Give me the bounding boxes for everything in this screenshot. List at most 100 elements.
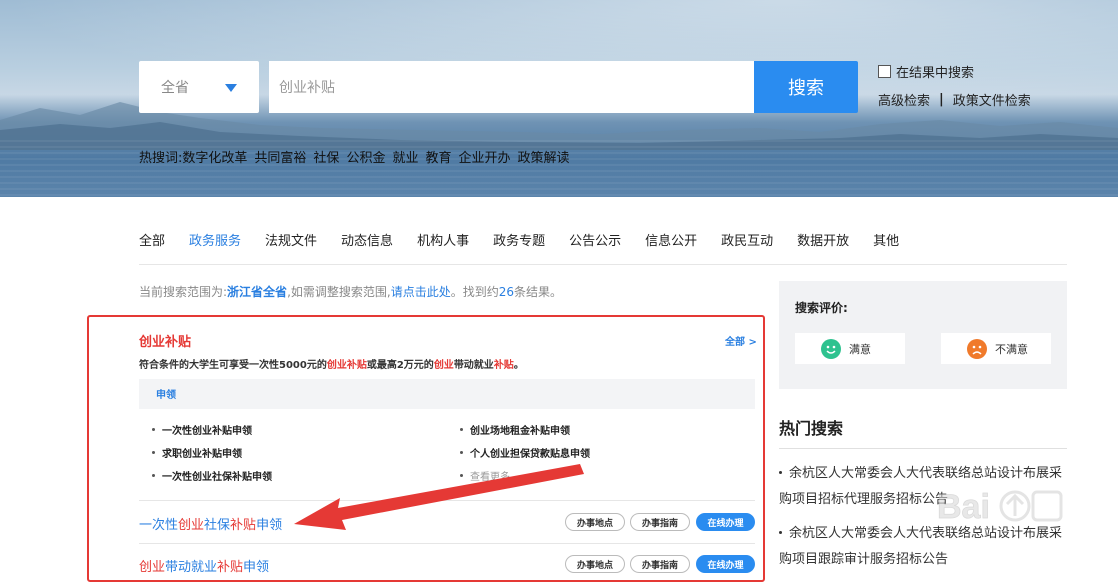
watermark-logo-icon: Bai	[937, 488, 1063, 526]
service-guide-button[interactable]: 办事指南	[630, 513, 690, 531]
hot-search-item-line: 购项目招标代理服务招标公告	[779, 492, 949, 507]
desc-text: 符合条件的大学生可享受一次性5000元的	[139, 360, 327, 371]
scope-middle: ,如需调整搜索范围,	[287, 285, 391, 299]
search-in-result-label: 在结果中搜索	[896, 66, 975, 81]
list-item-label: 创业场地租金补贴申领	[470, 426, 570, 437]
service-title-part: 申领	[256, 518, 283, 533]
card-all-link[interactable]: 全部 >	[725, 333, 757, 348]
hot-words: 热搜词: 数字化改革 共同富裕 社保 公积金 就业 教育 企业开办 政策解读	[139, 147, 577, 166]
tab-open-data[interactable]: 数据开放	[797, 230, 849, 250]
card-title[interactable]: 创业补贴	[139, 331, 191, 350]
hot-word[interactable]: 公积金	[346, 147, 385, 166]
row-divider	[139, 543, 755, 544]
bullet-icon	[152, 451, 155, 454]
hot-word[interactable]: 就业	[392, 147, 418, 166]
hot-word[interactable]: 社保	[313, 147, 339, 166]
desc-highlight: 补贴	[493, 360, 514, 371]
list-item[interactable]: 求职创业补贴申领	[152, 445, 242, 460]
service-guide-button[interactable]: 办事指南	[630, 555, 690, 573]
card-description: 符合条件的大学生可享受一次性5000元的创业补贴或最高2万元的创业带动就业补贴。	[139, 356, 524, 371]
list-item-label: 一次性创业补贴申领	[162, 426, 252, 437]
frown-icon	[967, 338, 987, 359]
service-title-highlight: 补贴	[230, 518, 257, 533]
hot-word[interactable]: 共同富裕	[254, 147, 306, 166]
advanced-links: 高级检索 | 政策文件检索	[878, 90, 1031, 109]
link-separator: |	[939, 92, 944, 107]
tab-regulations[interactable]: 法规文件	[265, 230, 317, 250]
list-item[interactable]: 创业场地租金补贴申领	[460, 422, 570, 437]
service-title-highlight: 创业	[139, 560, 166, 575]
section-label: 申领	[156, 390, 176, 401]
bullet-icon	[152, 474, 155, 477]
tab-all[interactable]: 全部	[139, 230, 165, 250]
desc-text: 。	[513, 360, 524, 371]
hot-search-title: 热门搜索	[779, 419, 844, 438]
hot-word[interactable]: 教育	[425, 147, 451, 166]
policy-search-link[interactable]: 政策文件检索	[953, 90, 1031, 109]
hot-word[interactable]: 数字化改革	[182, 147, 247, 166]
service-online-button[interactable]: 在线办理	[696, 555, 755, 573]
service-title[interactable]: 创业带动就业补贴申领	[139, 556, 269, 575]
bullet-icon	[779, 531, 782, 534]
scope-suffix-b: 条结果。	[514, 285, 563, 299]
arrow-annotation-icon	[294, 464, 584, 530]
section-header	[139, 379, 755, 409]
tab-government-services[interactable]: 政务服务	[189, 230, 241, 250]
scope-region: 浙江省全省	[227, 285, 288, 299]
svg-text:Bai: Bai	[937, 488, 990, 526]
province-select[interactable]: 全省	[139, 61, 259, 113]
hot-words-label: 热搜词:	[139, 151, 183, 166]
bullet-icon	[779, 471, 782, 474]
list-item-label: 求职创业补贴申领	[162, 449, 242, 460]
hot-search-item-line: 购项目跟踪审计服务招标公告	[779, 552, 949, 567]
service-location-button[interactable]: 办事地点	[565, 555, 625, 573]
bullet-icon	[460, 451, 463, 454]
checkbox-icon[interactable]	[878, 65, 891, 78]
advanced-search-link[interactable]: 高级检索	[878, 90, 930, 109]
search-button[interactable]: 搜索	[754, 61, 858, 113]
desc-highlight: 创业	[433, 360, 454, 371]
tab-topics[interactable]: 政务专题	[493, 230, 545, 250]
desc-text: 带动就业	[453, 360, 494, 371]
list-item-label: 一次性创业社保补贴申领	[162, 472, 272, 483]
desc-text: 或最高2万元的	[366, 360, 434, 371]
chevron-down-icon	[225, 84, 237, 92]
evaluation-title: 搜索评价:	[795, 301, 848, 315]
desc-highlight: 创业补贴	[326, 360, 367, 371]
list-item[interactable]: 一次性创业社保补贴申领	[152, 468, 272, 483]
list-item[interactable]: 一次性创业补贴申领	[152, 422, 252, 437]
hot-search-divider	[779, 448, 1067, 449]
category-tabs: 全部 政务服务 法规文件 动态信息 机构人事 政务专题 公告公示 信息公开 政民…	[139, 230, 923, 250]
search-input[interactable]: 创业补贴	[269, 61, 754, 113]
scope-change-link[interactable]: 请点击此处	[391, 285, 451, 299]
service-title-part: 社保	[204, 518, 231, 533]
search-in-result-toggle[interactable]: 在结果中搜索	[878, 62, 974, 81]
search-input-placeholder: 创业补贴	[279, 80, 335, 96]
service-title-part: 一次性	[139, 518, 179, 533]
scope-prefix: 当前搜索范围为:	[139, 285, 228, 299]
tab-news[interactable]: 动态信息	[341, 230, 393, 250]
bullet-icon	[152, 428, 155, 431]
bullet-icon	[460, 428, 463, 431]
hot-word[interactable]: 企业开办	[458, 147, 510, 166]
tab-other[interactable]: 其他	[873, 230, 899, 250]
unsatisfied-button[interactable]: 不满意	[941, 333, 1051, 364]
service-title-highlight: 创业	[178, 518, 205, 533]
result-count: 26	[498, 285, 515, 299]
service-title-part: 申领	[243, 560, 270, 575]
tab-announcements[interactable]: 公告公示	[569, 230, 621, 250]
service-online-button[interactable]: 在线办理	[696, 513, 755, 531]
tab-interaction[interactable]: 政民互动	[721, 230, 773, 250]
search-scope: 当前搜索范围为:浙江省全省,如需调整搜索范围,请点击此处。找到约26条结果。	[139, 283, 562, 300]
hot-word[interactable]: 政策解读	[518, 147, 570, 166]
service-title[interactable]: 一次性创业社保补贴申领	[139, 514, 282, 533]
unsatisfied-label: 不满意	[995, 342, 1028, 356]
smile-icon	[821, 338, 841, 359]
hot-search-item-line: 余杭区人大常委会人大代表联络总站设计布展采	[789, 466, 1063, 481]
tab-personnel[interactable]: 机构人事	[417, 230, 469, 250]
province-select-label: 全省	[161, 80, 189, 96]
satisfied-button[interactable]: 满意	[795, 333, 905, 364]
service-title-part: 带动就业	[165, 560, 218, 575]
satisfied-label: 满意	[849, 342, 871, 356]
tab-disclosure[interactable]: 信息公开	[645, 230, 697, 250]
